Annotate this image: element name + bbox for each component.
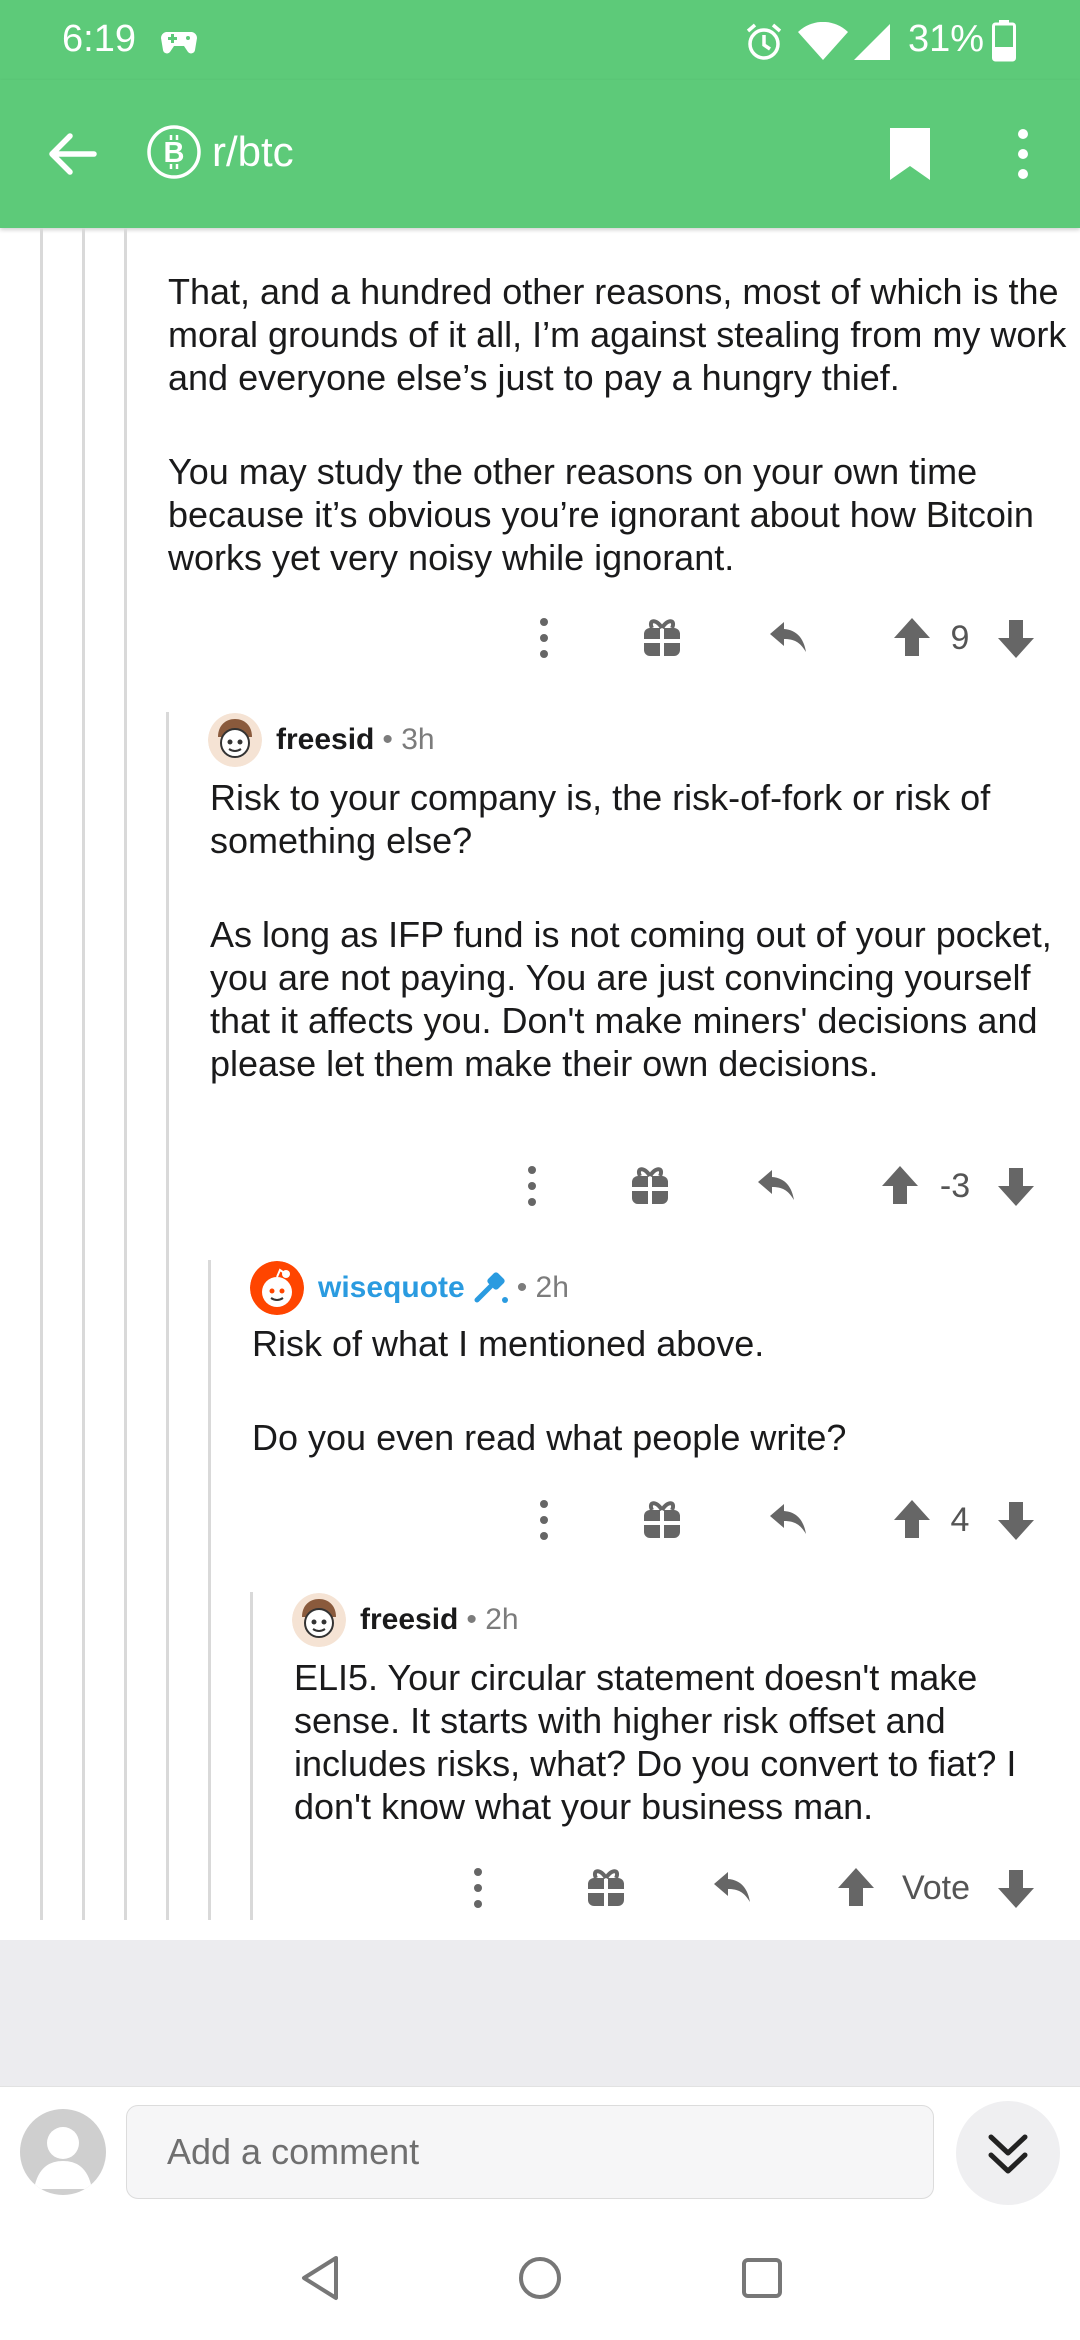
bitcoin-icon[interactable]: B bbox=[146, 124, 202, 180]
comment-paragraph: ELI5. Your circular statement doesn't ma… bbox=[294, 1657, 1017, 1827]
vote-count: 4 bbox=[950, 1501, 970, 1539]
double-chevron-down-icon bbox=[988, 2134, 1028, 2174]
comment-header: freesid • 2h bbox=[292, 1592, 519, 1648]
comment-body: Risk to your company is, the risk-of-for… bbox=[210, 776, 1070, 1085]
battery-percentage: 31% bbox=[908, 18, 985, 60]
thread-line bbox=[124, 228, 127, 1920]
comment-author[interactable]: freesid bbox=[276, 723, 374, 757]
comment-body: That, and a hundred other reasons, most … bbox=[168, 270, 1068, 579]
comment-paragraph: Do you even read what people write? bbox=[252, 1417, 847, 1458]
comment-paragraph: As long as IFP fund is not coming out of… bbox=[210, 914, 1052, 1084]
game-controller-icon bbox=[160, 26, 198, 61]
award-icon[interactable] bbox=[640, 1490, 684, 1555]
back-arrow-icon[interactable] bbox=[44, 126, 100, 182]
upvote-icon[interactable] bbox=[836, 1858, 876, 1923]
upvote-icon[interactable] bbox=[892, 608, 932, 673]
comment-time: • 2h bbox=[516, 1271, 569, 1304]
thread-line bbox=[166, 712, 169, 1920]
vote-label: Vote bbox=[901, 1869, 971, 1907]
award-icon[interactable] bbox=[640, 608, 684, 673]
signal-icon bbox=[852, 22, 892, 67]
user-avatar[interactable] bbox=[20, 2109, 106, 2195]
comment-actions: 9 bbox=[510, 608, 1050, 668]
expand-comments-button[interactable] bbox=[956, 2101, 1060, 2205]
comment-bar: Add a comment bbox=[0, 2086, 1080, 2214]
comment-actions: Vote bbox=[456, 1858, 1056, 1918]
thread-line bbox=[40, 228, 43, 1920]
upvote-icon[interactable] bbox=[880, 1156, 920, 1221]
comment-body: ELI5. Your circular statement doesn't ma… bbox=[294, 1656, 1074, 1828]
comment-author[interactable]: freesid bbox=[360, 1603, 458, 1637]
downvote-icon[interactable] bbox=[996, 1490, 1036, 1555]
comment-paragraph: Risk of what I mentioned above. bbox=[252, 1323, 765, 1364]
downvote-icon[interactable] bbox=[996, 1156, 1036, 1221]
reply-icon[interactable] bbox=[710, 1858, 754, 1923]
nav-back-icon[interactable] bbox=[298, 2254, 342, 2307]
nav-recents-icon[interactable] bbox=[740, 2254, 784, 2307]
thread-line bbox=[208, 1260, 211, 1920]
status-time: 6:19 bbox=[62, 18, 136, 60]
wifi-icon bbox=[798, 21, 848, 67]
award-icon[interactable] bbox=[584, 1858, 628, 1923]
downvote-icon[interactable] bbox=[996, 608, 1036, 673]
alarm-icon bbox=[744, 22, 784, 67]
vote-count: -3 bbox=[939, 1167, 971, 1205]
comment-paragraph: You may study the other reasons on your … bbox=[168, 451, 1034, 578]
moderator-shield-icon bbox=[473, 1270, 509, 1306]
app-bar: B r/btc bbox=[0, 80, 1080, 228]
reply-icon[interactable] bbox=[766, 1490, 810, 1555]
more-options-icon[interactable] bbox=[524, 608, 564, 673]
comment-actions: -3 bbox=[498, 1156, 1050, 1216]
battery-icon bbox=[992, 20, 1016, 67]
system-nav-bar bbox=[0, 2214, 1080, 2340]
svg-text:B: B bbox=[164, 137, 185, 169]
avatar[interactable] bbox=[292, 1593, 346, 1647]
thread-line bbox=[82, 228, 85, 1920]
status-bar: 6:19 31% bbox=[0, 0, 1080, 80]
thread-line bbox=[250, 1592, 253, 1920]
avatar[interactable] bbox=[208, 713, 262, 767]
comment-paragraph: That, and a hundred other reasons, most … bbox=[168, 271, 1067, 398]
subreddit-title[interactable]: r/btc bbox=[212, 128, 294, 176]
comment-time: • 3h bbox=[382, 723, 435, 756]
more-options-icon[interactable] bbox=[458, 1858, 498, 1923]
more-vert-icon[interactable] bbox=[1008, 124, 1038, 184]
upvote-icon[interactable] bbox=[892, 1490, 932, 1555]
comment-actions: 4 bbox=[510, 1490, 1050, 1550]
comment-header: wisequote • 2h bbox=[250, 1260, 569, 1316]
comment-paragraph: Risk to your company is, the risk-of-for… bbox=[210, 777, 991, 861]
comment-author[interactable]: wisequote bbox=[318, 1271, 465, 1305]
comment-header: freesid • 3h bbox=[208, 712, 435, 768]
nav-home-icon[interactable] bbox=[516, 2254, 564, 2307]
more-options-icon[interactable] bbox=[524, 1490, 564, 1555]
add-comment-input[interactable]: Add a comment bbox=[126, 2105, 934, 2199]
reply-icon[interactable] bbox=[766, 608, 810, 673]
avatar[interactable] bbox=[250, 1261, 304, 1315]
award-icon[interactable] bbox=[628, 1156, 672, 1221]
vote-count: 9 bbox=[950, 619, 970, 657]
more-options-icon[interactable] bbox=[512, 1156, 552, 1221]
thread-end-spacer bbox=[0, 1940, 1080, 2086]
bookmark-icon[interactable] bbox=[888, 126, 932, 182]
comment-time: • 2h bbox=[466, 1603, 519, 1636]
reply-icon[interactable] bbox=[754, 1156, 798, 1221]
downvote-icon[interactable] bbox=[996, 1858, 1036, 1923]
comment-body: Risk of what I mentioned above. Do you e… bbox=[252, 1322, 1072, 1459]
